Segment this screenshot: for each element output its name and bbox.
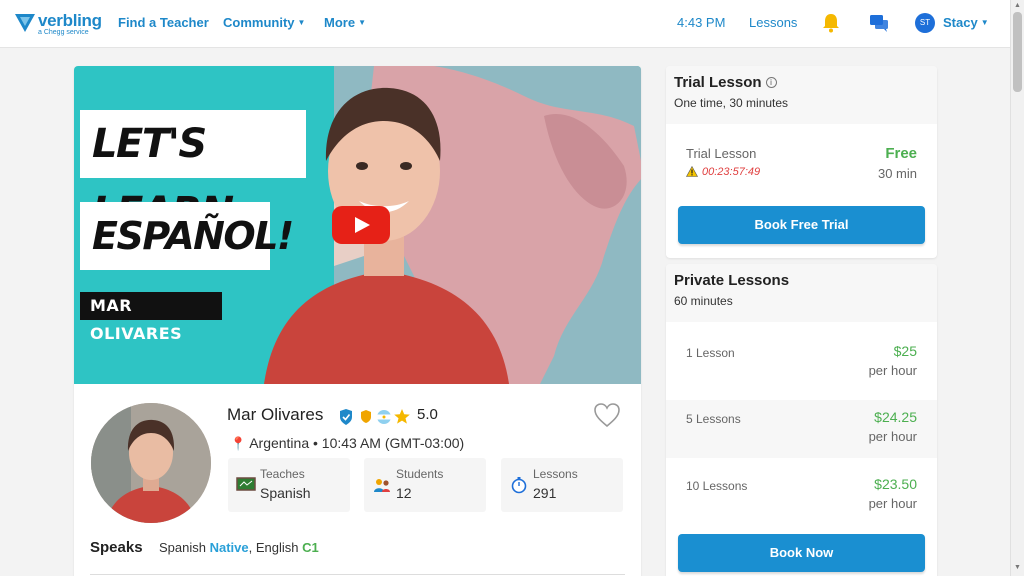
price-option-2[interactable]: 5 Lessons $24.25 per hour xyxy=(666,400,937,458)
chevron-down-icon: ▼ xyxy=(980,18,989,27)
price-option-3[interactable]: 10 Lessons $23.50 per hour xyxy=(666,466,937,524)
stat-lessons-value: 291 xyxy=(533,485,557,501)
video-title-line-3: MAR OLIVARES xyxy=(80,292,222,343)
language-english: English xyxy=(255,540,299,555)
trial-title-text: Trial Lesson xyxy=(674,74,762,91)
warning-icon xyxy=(686,166,698,177)
stat-teaches: Teaches Spanish xyxy=(228,458,350,512)
nav-community-label: Community xyxy=(223,15,295,30)
language-spanish: Spanish xyxy=(159,540,206,555)
current-time: 4:43 PM xyxy=(677,15,726,30)
language-separator: , xyxy=(248,540,256,555)
stat-students-value: 12 xyxy=(396,485,412,501)
price-option-1[interactable]: 1 Lesson $25 per hour xyxy=(666,322,937,388)
teacher-avatar xyxy=(91,403,211,523)
user-name: Stacy xyxy=(943,15,978,30)
professional-badge-icon xyxy=(361,410,371,423)
chat-icon[interactable] xyxy=(869,13,889,33)
user-menu[interactable]: Stacy ▼ xyxy=(943,15,989,30)
teacher-name: Mar Olivares xyxy=(227,405,324,424)
teacher-profile-card: LET'S LEARN ESPAÑOL! MAR OLIVARES Mar Ol… xyxy=(74,66,641,576)
chalkboard-icon xyxy=(236,477,256,491)
verbling-logo-icon xyxy=(15,14,35,32)
countdown-text: 00:23:57:49 xyxy=(702,166,761,178)
verbling-logo[interactable]: verbling a Chegg service xyxy=(14,10,104,38)
private-lessons-card: Private Lessons 60 minutes 1 Lesson $25 … xyxy=(666,264,937,576)
location-text: Argentina • 10:43 AM (GMT-03:00) xyxy=(249,435,465,451)
teacher-portrait-image xyxy=(91,403,211,523)
play-button-icon[interactable] xyxy=(332,206,390,244)
price-option-label: 5 Lessons xyxy=(686,412,741,426)
price-option-label: 1 Lesson xyxy=(686,346,735,360)
students-icon xyxy=(374,479,390,492)
teacher-location: 📍 Argentina • 10:43 AM (GMT-03:00) xyxy=(230,435,464,452)
languages-spoken: Spanish Native, English C1 xyxy=(159,540,319,555)
stat-lessons-label: Lessons xyxy=(533,467,578,481)
teacher-rating: 5.0 xyxy=(417,406,438,423)
book-now-button[interactable]: Book Now xyxy=(678,534,925,572)
location-pin-icon: 📍 xyxy=(230,436,247,451)
user-avatar[interactable]: ST xyxy=(915,13,935,33)
nav-more[interactable]: More ▼ xyxy=(324,15,366,30)
video-title-line-2: ESPAÑOL! xyxy=(80,202,294,270)
nav-community[interactable]: Community ▼ xyxy=(223,15,305,30)
nav-lessons[interactable]: Lessons xyxy=(749,15,797,30)
private-card-title: Private Lessons xyxy=(674,272,790,289)
divider xyxy=(90,574,625,575)
trial-row-label: Trial Lesson xyxy=(686,146,757,161)
private-card-header: Private Lessons 60 minutes xyxy=(666,264,937,322)
price-option-per: per hour xyxy=(868,429,917,444)
stat-students: Students 12 xyxy=(364,458,486,512)
bell-icon[interactable] xyxy=(822,13,840,33)
stopwatch-icon xyxy=(511,477,527,494)
trial-price: Free xyxy=(885,145,917,162)
price-option-label: 10 Lessons xyxy=(686,479,748,493)
stat-lessons: Lessons 291 xyxy=(501,458,623,512)
chevron-down-icon: ▼ xyxy=(358,18,366,27)
price-option-per: per hour xyxy=(868,363,917,378)
intro-video[interactable]: LET'S LEARN ESPAÑOL! MAR OLIVARES xyxy=(74,66,641,384)
argentina-flag-icon xyxy=(377,410,391,424)
teacher-badges xyxy=(340,409,410,425)
trial-countdown: 00:23:57:49 xyxy=(686,166,760,178)
scrollbar[interactable]: ▲ ▼ xyxy=(1010,0,1024,576)
price-option-price: $25 xyxy=(893,343,917,359)
trial-lesson-card: Trial Lesson i One time, 30 minutes Trial… xyxy=(666,66,937,258)
logo-text: verbling xyxy=(38,11,102,30)
scroll-down-icon[interactable]: ▼ xyxy=(1014,564,1021,571)
nav-find-teacher[interactable]: Find a Teacher xyxy=(118,15,209,30)
chevron-down-icon: ▼ xyxy=(297,18,306,27)
scroll-thumb[interactable] xyxy=(1013,12,1022,92)
book-free-trial-button[interactable]: Book Free Trial xyxy=(678,206,925,244)
private-card-subtitle: 60 minutes xyxy=(674,294,733,308)
trial-duration: 30 min xyxy=(877,166,917,181)
trial-card-header: Trial Lesson i One time, 30 minutes xyxy=(666,66,937,124)
trial-card-subtitle: One time, 30 minutes xyxy=(674,96,789,110)
star-icon xyxy=(394,409,410,424)
speaks-label: Speaks xyxy=(90,539,143,556)
stat-teaches-value: Spanish xyxy=(260,485,311,501)
price-option-price: $23.50 xyxy=(874,476,917,492)
verified-badge-icon xyxy=(340,409,352,425)
scroll-up-icon[interactable]: ▲ xyxy=(1014,2,1021,9)
stat-students-label: Students xyxy=(396,467,444,481)
top-nav: verbling a Chegg service Find a Teacher … xyxy=(0,0,1010,48)
level-native: Native xyxy=(209,540,249,555)
price-option-per: per hour xyxy=(868,496,917,511)
price-option-price: $24.25 xyxy=(874,409,917,425)
logo-subtext: a Chegg service xyxy=(38,29,89,36)
info-icon[interactable]: i xyxy=(765,77,777,88)
video-title-line-1: LET'S LEARN xyxy=(80,110,306,235)
level-c1: C1 xyxy=(302,540,319,555)
stat-teaches-label: Teaches xyxy=(260,467,305,481)
favorite-heart-icon[interactable] xyxy=(593,402,621,428)
nav-more-label: More xyxy=(324,15,356,30)
trial-card-title: Trial Lesson i xyxy=(674,74,929,91)
